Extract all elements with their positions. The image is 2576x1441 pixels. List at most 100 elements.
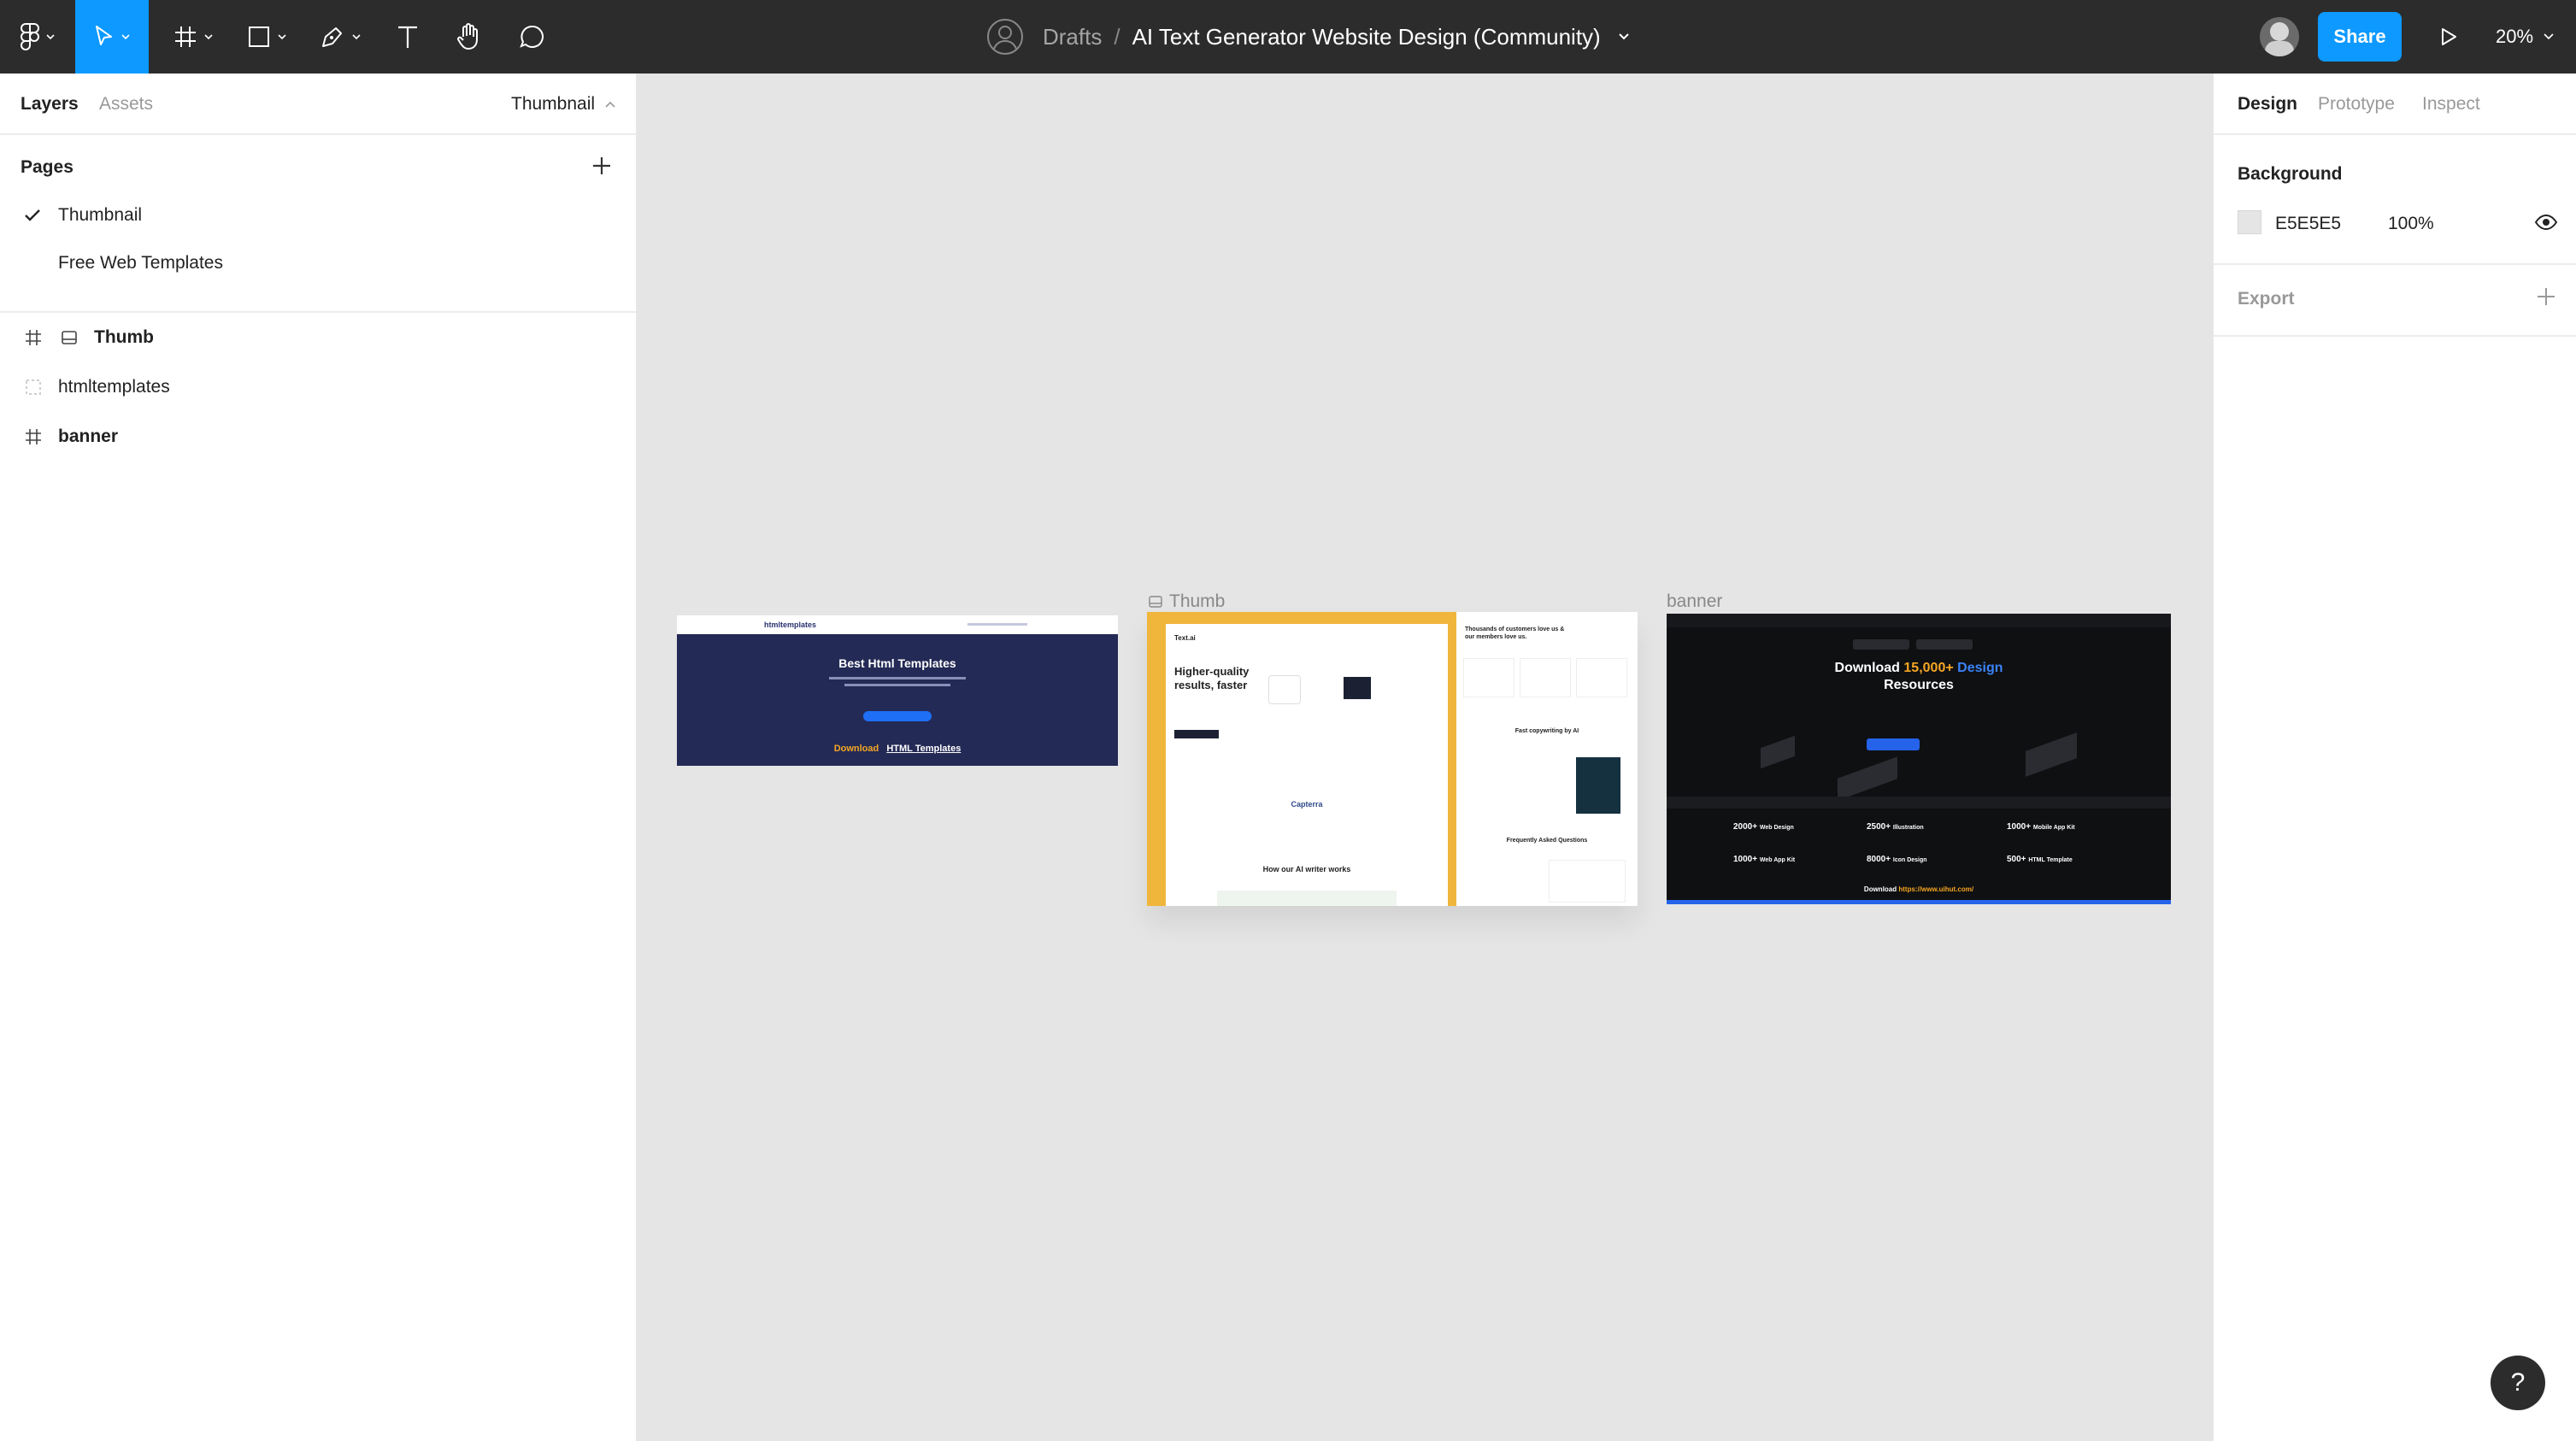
tab-assets[interactable]: Assets: [99, 74, 153, 135]
mini-badge: [1853, 639, 1909, 650]
page-item-thumbnail[interactable]: Thumbnail: [0, 191, 636, 239]
thumb-frame[interactable]: Text.ai Higher-quality results, faster C…: [1147, 612, 1638, 906]
mini-badge: [1916, 639, 1973, 650]
main-menu-button[interactable]: [9, 0, 67, 74]
mini-footer-pre: Download: [1863, 885, 1897, 893]
background-swatch[interactable]: [2238, 210, 2261, 234]
chevron-down-icon: [278, 34, 286, 39]
file-name[interactable]: AI Text Generator Website Design (Commun…: [1132, 24, 1601, 50]
text-tool-button[interactable]: [379, 0, 436, 74]
mini-stat-num: 1000+: [2007, 822, 2032, 832]
move-tool-button[interactable]: [75, 0, 149, 74]
layers-panel: Layers Assets Thumbnail Pages Thumbnail …: [0, 74, 638, 1441]
mini-page-right: Thousands of customers love us & our mem…: [1456, 612, 1638, 906]
eye-icon: [2534, 214, 2558, 231]
mini-banner-button: [1867, 738, 1920, 750]
properties-panel: Design Prototype Inspect Background E5E5…: [2212, 74, 2576, 1441]
layer-row-htmltemplates[interactable]: htmltemplates: [0, 362, 636, 412]
mini-category-bar: [1667, 797, 2171, 809]
layer-row-banner[interactable]: banner: [0, 412, 636, 462]
add-page-button[interactable]: [588, 152, 615, 179]
chevron-down-icon: [46, 34, 55, 39]
question-icon: ?: [2510, 1368, 2526, 1397]
user-avatar[interactable]: [2260, 17, 2299, 56]
section-icon: [26, 379, 41, 395]
chevron-down-icon[interactable]: [1618, 32, 1630, 41]
background-opacity[interactable]: 100%: [2388, 214, 2434, 234]
cursor-icon: [96, 26, 112, 45]
mini-card: [1268, 675, 1301, 704]
mini-stat-label: HTML Template: [2028, 857, 2073, 863]
export-title: Export: [2238, 289, 2295, 309]
mini-stat: 500+ HTML Template: [2007, 855, 2073, 864]
current-page-dropdown[interactable]: Thumbnail: [511, 74, 615, 135]
page-item-free-web-templates[interactable]: Free Web Templates: [0, 239, 636, 287]
mini-text-line: [844, 684, 950, 686]
mini-quote-card: [1576, 658, 1627, 697]
help-button[interactable]: ?: [2491, 1356, 2545, 1410]
tab-design[interactable]: Design: [2238, 74, 2297, 135]
present-button[interactable]: [2426, 0, 2472, 74]
mini-quote-card: [1520, 658, 1571, 697]
mini-dark-card: [1344, 677, 1371, 699]
share-button[interactable]: Share: [2318, 12, 2402, 62]
mini-stat: 2000+ Web Design: [1733, 822, 1794, 832]
mini-title-pre: Download: [1834, 661, 1900, 675]
mini-title-line2: Resources: [1884, 678, 1954, 692]
mini-stat-label: Illustration: [1892, 825, 1924, 831]
mini-download-link: HTML Templates: [886, 744, 962, 754]
mini-pricing-dark: [1576, 757, 1620, 814]
mini-capterra: Capterra: [1291, 800, 1323, 809]
mini-hero-bg: [1166, 624, 1448, 791]
mini-testimonial-head: Thousands of customers love us & our mem…: [1465, 626, 1565, 640]
tab-layers[interactable]: Layers: [21, 74, 79, 135]
mini-stat-label: Web Design: [1759, 825, 1794, 831]
mini-title-num: 15,000+: [1903, 661, 1954, 675]
frame-icon: [26, 429, 41, 444]
mini-stat: 1000+ Web App Kit: [1733, 855, 1795, 864]
layer-label: Thumb: [94, 327, 154, 347]
play-icon: [2442, 28, 2456, 45]
visibility-toggle[interactable]: [2533, 210, 2559, 234]
mini-stat: 1000+ Mobile App Kit: [2007, 822, 2075, 832]
layer-row-thumb[interactable]: Thumb: [0, 313, 636, 362]
hand-tool-button[interactable]: [439, 0, 499, 74]
frame-tool-button[interactable]: [157, 0, 229, 74]
mini-page-left: Text.ai Higher-quality results, faster C…: [1166, 624, 1448, 906]
text-icon: [398, 26, 417, 48]
mini-iso-card: [1838, 756, 1897, 801]
chevron-down-icon: [121, 34, 130, 39]
tab-inspect[interactable]: Inspect: [2422, 74, 2480, 135]
pen-tool-button[interactable]: [306, 0, 374, 74]
htmltemplates-frame[interactable]: htmltemplates Best Html Templates Downlo…: [677, 615, 1118, 766]
mini-brand: htmltemplates: [764, 621, 817, 629]
mini-iso-card: [1761, 735, 1795, 769]
chevron-up-icon: [605, 101, 615, 108]
pages-title: Pages: [21, 157, 74, 177]
layer-label: htmltemplates: [58, 377, 170, 397]
banner-frame-label[interactable]: banner: [1667, 591, 1722, 612]
breadcrumb-drafts[interactable]: Drafts: [1043, 24, 1102, 50]
mini-faq-list: [1549, 860, 1626, 903]
thumbnail-icon: [62, 331, 77, 344]
comment-tool-button[interactable]: [503, 0, 562, 74]
mini-how-title: How our AI writer works: [1262, 865, 1351, 873]
tab-prototype[interactable]: Prototype: [2318, 74, 2395, 135]
zoom-dropdown[interactable]: 20%: [2496, 0, 2554, 74]
background-hex[interactable]: E5E5E5: [2275, 214, 2341, 234]
rectangle-icon: [249, 26, 269, 47]
mini-banner-title: Download 15,000+ Design Resources: [1667, 660, 2171, 694]
frame-icon: [175, 26, 196, 47]
mini-stat-num: 1000+: [1733, 855, 1758, 864]
mini-title: Best Html Templates: [838, 656, 956, 670]
shape-tool-button[interactable]: [232, 0, 301, 74]
mini-stat-num: 500+: [2007, 855, 2026, 864]
breadcrumb-separator: /: [1114, 23, 1120, 50]
banner-frame[interactable]: Download 15,000+ Design Resources 2000+ …: [1667, 614, 2171, 904]
plus-icon: [2538, 288, 2555, 305]
add-export-button[interactable]: [2533, 284, 2559, 309]
mini-download-word: Download: [833, 744, 879, 754]
mini-cta-button: [863, 711, 932, 721]
thumb-label-text: Thumb: [1169, 591, 1226, 611]
thumb-frame-label[interactable]: Thumb: [1149, 591, 1225, 612]
